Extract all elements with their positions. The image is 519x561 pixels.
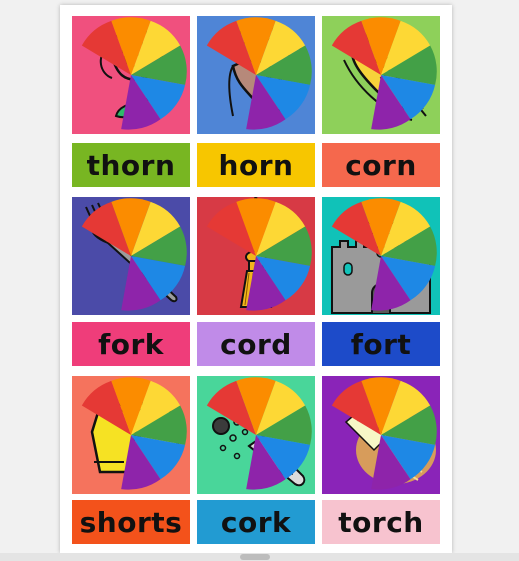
- card-image-corn: [322, 16, 440, 134]
- rainbow-logo-icon: [206, 377, 312, 490]
- word-label-corn: corn: [322, 143, 440, 187]
- scrollbar-thumb[interactable]: [240, 554, 270, 560]
- rainbow-logo-icon: [331, 377, 437, 490]
- card-image-shorts: [72, 376, 190, 494]
- card-image-cord: [197, 197, 315, 315]
- card-image-cork: [197, 376, 315, 494]
- rainbow-logo-icon: [81, 377, 187, 490]
- word-label-torch: torch: [322, 500, 440, 544]
- word-label-fort: fort: [322, 322, 440, 366]
- card-image-thorn: [72, 16, 190, 134]
- card-image-fort: [322, 197, 440, 315]
- word-label-cork: cork: [197, 500, 315, 544]
- card-image-horn: [197, 16, 315, 134]
- card-image-fork: [72, 197, 190, 315]
- rainbow-logo-icon: [81, 198, 187, 311]
- rainbow-logo-icon: [331, 198, 437, 311]
- word-label-horn: horn: [197, 143, 315, 187]
- word-label-fork: fork: [72, 322, 190, 366]
- card-image-torch: [322, 376, 440, 494]
- word-label-shorts: shorts: [72, 500, 190, 544]
- horizontal-scrollbar[interactable]: [0, 553, 519, 561]
- word-label-thorn: thorn: [72, 143, 190, 187]
- word-label-cord: cord: [197, 322, 315, 366]
- rainbow-logo-icon: [206, 198, 312, 311]
- rainbow-logo-icon: [331, 17, 437, 130]
- rainbow-logo-icon: [206, 17, 312, 130]
- rainbow-logo-icon: [81, 17, 187, 130]
